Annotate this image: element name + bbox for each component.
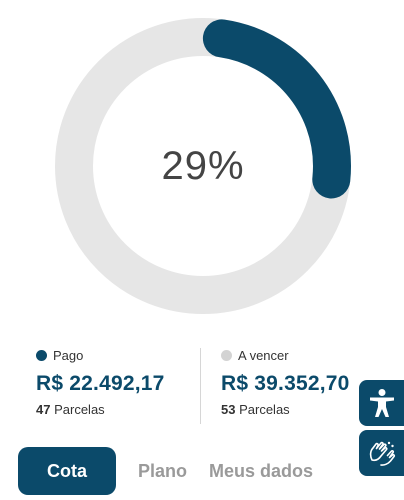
bottom-tabs: Cota Plano Meus dados: [18, 447, 313, 495]
progress-percent: 29%: [161, 143, 245, 188]
paid-installments-label: Parcelas: [54, 402, 105, 417]
paid-installments: 47 Parcelas: [36, 402, 165, 417]
due-installments-label: Parcelas: [239, 402, 290, 417]
due-column: A vencer R$ 39.352,70 53 Parcelas: [221, 346, 350, 417]
paid-installments-count: 47: [36, 402, 51, 417]
due-legend-label: A vencer: [238, 347, 289, 363]
due-legend: A vencer: [221, 346, 350, 364]
sign-language-button[interactable]: [359, 430, 404, 476]
due-installments-count: 53: [221, 402, 236, 417]
accessibility-button[interactable]: [359, 380, 404, 426]
due-legend-dot: [221, 349, 232, 361]
sign-language-hands-icon: [369, 441, 395, 466]
due-amount: R$ 39.352,70: [221, 372, 350, 395]
tab-meus-dados[interactable]: Meus dados: [209, 447, 313, 495]
plan-progress-screen: 29% Pago R$ 22.492,17 47 Parcelas A venc…: [0, 0, 404, 500]
tab-cota[interactable]: Cota: [18, 447, 116, 495]
paid-legend: Pago: [36, 346, 165, 364]
progress-donut: 29%: [55, 18, 351, 314]
paid-legend-label: Pago: [53, 347, 84, 363]
due-installments: 53 Parcelas: [221, 402, 350, 417]
summary-divider: [200, 348, 201, 424]
paid-amount: R$ 22.492,17: [36, 372, 165, 395]
payment-summary: Pago R$ 22.492,17 47 Parcelas A vencer R…: [0, 346, 404, 430]
accessibility-person-icon: [369, 389, 394, 417]
paid-column: Pago R$ 22.492,17 47 Parcelas: [36, 346, 165, 417]
paid-legend-dot: [36, 349, 47, 361]
tab-plano[interactable]: Plano: [138, 447, 187, 495]
